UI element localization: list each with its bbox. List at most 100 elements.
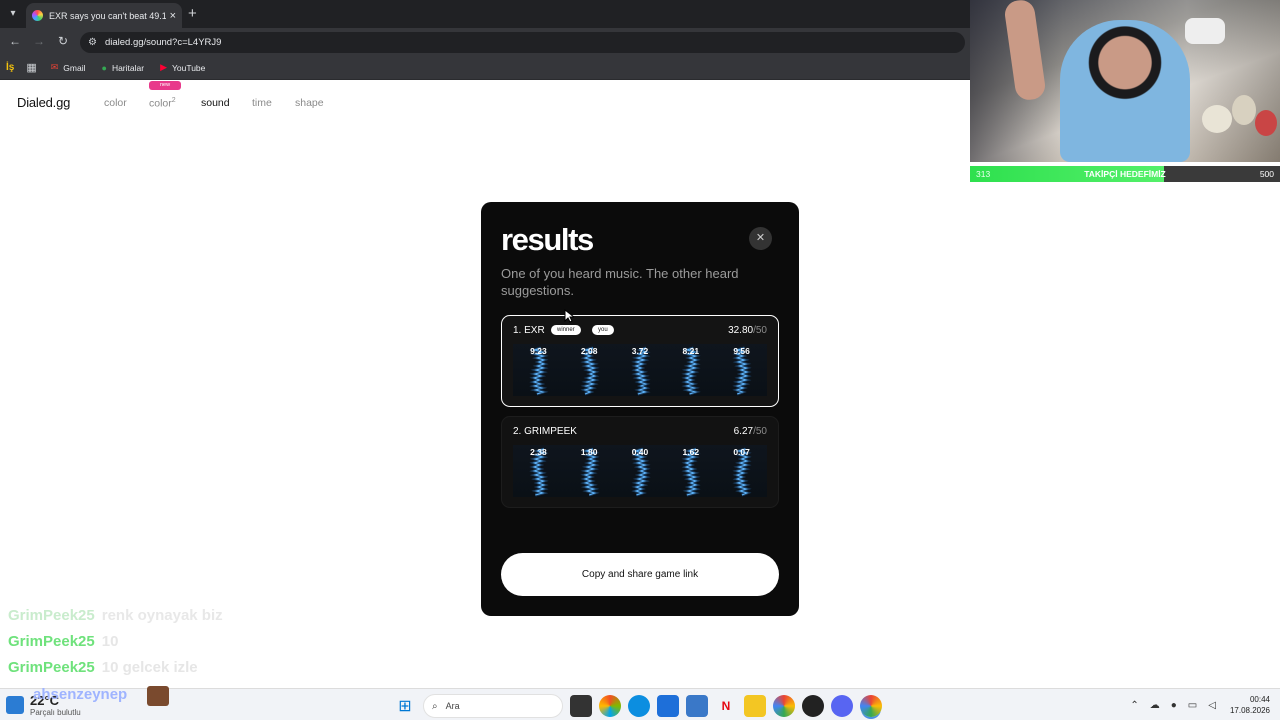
nav-time[interactable]: time xyxy=(252,97,272,109)
taskbar-search[interactable]: ⌕ Ara xyxy=(423,694,563,718)
round-tile[interactable]: 8.21 xyxy=(665,344,717,396)
round-tile[interactable]: 2.08 xyxy=(563,344,615,396)
chat-username: GrimPeek25 xyxy=(8,633,95,650)
clock[interactable]: 00:44 17.08.2026 xyxy=(1230,694,1270,716)
chat-username: ahsenzeynep xyxy=(33,686,128,703)
player-score: 32.80/50 xyxy=(728,325,767,336)
winner-badge: winner xyxy=(551,325,581,335)
you-badge: you xyxy=(592,325,614,335)
apps-grid-icon[interactable]: ▦ xyxy=(26,61,36,74)
round-score: 1.80 xyxy=(580,447,598,457)
taskbar-apps: ⊞ ⌕ Ara N xyxy=(394,694,889,718)
system-tray: ⌃ ☁ ● ▭ ◁ 00:44 17.08.2026 xyxy=(1119,689,1270,720)
youtube-icon: ▶ xyxy=(160,62,167,72)
chat-message: GrimPeek25 10 xyxy=(8,633,118,650)
follower-goal-bar: 313 TAKİPÇİ HEDEFİMİZ 500 xyxy=(970,166,1280,182)
forward-arrow-icon[interactable]: → xyxy=(31,34,47,48)
bookmark-maps[interactable]: ● Haritalar xyxy=(102,63,145,73)
round-tile[interactable]: 0.40 xyxy=(614,445,666,497)
share-game-link-button[interactable]: Copy and share game link xyxy=(501,553,779,596)
display-icon[interactable]: ▭ xyxy=(1188,700,1197,711)
store-icon[interactable] xyxy=(657,695,679,717)
new-tab-plus-icon[interactable]: + xyxy=(188,5,197,22)
task-view-icon[interactable] xyxy=(570,695,592,717)
nav-color2-sup: 2 xyxy=(171,97,176,104)
streamer-figure xyxy=(1060,20,1190,162)
follower-goal-title: TAKİPÇİ HEDEFİMİZ xyxy=(1084,169,1166,179)
nav-color2[interactable]: color2 xyxy=(149,97,176,110)
results-modal: results ✕ One of you heard music. The ot… xyxy=(481,202,799,616)
microphone-icon[interactable]: ● xyxy=(1171,700,1177,711)
weather-desc: Parçalı bulutlu xyxy=(30,707,81,717)
round-tile[interactable]: 9.23 xyxy=(513,344,564,396)
calendar-icon[interactable] xyxy=(686,695,708,717)
windows-start-icon[interactable]: ⊞ xyxy=(394,695,416,717)
bookmark-label: YouTube xyxy=(171,62,206,73)
bookmark-label: Gmail xyxy=(63,62,86,73)
obs-icon[interactable] xyxy=(802,695,824,717)
bookmark-youtube[interactable]: ▶ YouTube xyxy=(160,62,205,73)
gmail-icon: ✉ xyxy=(50,62,59,72)
round-tile[interactable]: 1.80 xyxy=(563,445,615,497)
volume-icon[interactable]: ◁ xyxy=(1208,700,1216,711)
round-tile[interactable]: 2.38 xyxy=(513,445,564,497)
round-score: 0.40 xyxy=(631,447,649,457)
tab-search-chevron-icon[interactable]: ▾ xyxy=(5,6,21,22)
chat-text: renk oynayak biz xyxy=(101,607,223,624)
nav-color2-label: color xyxy=(149,97,172,110)
site-logo[interactable]: Dialed.gg xyxy=(17,95,70,110)
chevron-up-icon[interactable]: ⌃ xyxy=(1130,700,1138,711)
close-tab-icon[interactable]: × xyxy=(170,10,176,22)
clock-date: 17.08.2026 xyxy=(1229,706,1270,715)
chrome-active-icon[interactable] xyxy=(860,695,882,717)
onedrive-icon[interactable]: ☁ xyxy=(1150,700,1160,711)
player-score-max: /50 xyxy=(753,426,767,437)
chat-message: GrimPeek25 10 gelcek izle xyxy=(8,659,198,676)
nav-shape[interactable]: shape xyxy=(295,97,324,109)
search-icon: ⌕ xyxy=(432,700,438,712)
bookmark-label: Haritalar xyxy=(111,62,145,73)
follower-goal-target: 500 xyxy=(1259,169,1274,179)
discord-icon[interactable] xyxy=(831,695,853,717)
round-tile[interactable]: 9.56 xyxy=(716,344,767,396)
bookmark-gmail[interactable]: ✉ Gmail xyxy=(51,62,86,73)
round-tile[interactable]: 3.72 xyxy=(614,344,666,396)
nav-sound[interactable]: sound xyxy=(201,97,230,109)
nav-color[interactable]: color xyxy=(104,97,127,109)
controller-shelf xyxy=(1185,18,1225,44)
player-name-text: EXR xyxy=(524,325,545,336)
player-card-1: 1. EXR winner you 32.80/50 9.23 2.08 3.7… xyxy=(501,315,779,407)
site-info-icon[interactable]: ⚙ xyxy=(88,37,97,48)
address-bar[interactable]: ⚙ dialed.gg/sound?c=L4YRJ9 xyxy=(80,32,965,53)
chat-text: 10 xyxy=(101,633,119,650)
player-rank: 1. xyxy=(513,325,522,336)
round-tile[interactable]: 1.62 xyxy=(665,445,717,497)
chat-text: 10 gelcek izle xyxy=(101,659,198,676)
round-tile[interactable]: 0.07 xyxy=(716,445,767,497)
player-name: 2. GRIMPEEK xyxy=(513,426,577,437)
dialed-favicon-icon xyxy=(32,10,43,21)
plush-toy xyxy=(1202,105,1232,133)
round-score: 1.62 xyxy=(682,447,700,457)
is-logo-icon[interactable]: İş xyxy=(6,62,14,73)
copilot-icon[interactable] xyxy=(599,695,621,717)
back-arrow-icon[interactable]: ← xyxy=(7,34,23,48)
plush-toy xyxy=(1232,95,1256,125)
edge-icon[interactable] xyxy=(628,695,650,717)
round-score: 2.08 xyxy=(580,346,598,356)
bookmarks-bar: İş ▦ ✉ Gmail ● Haritalar ▶ YouTube xyxy=(0,56,970,80)
netflix-icon[interactable]: N xyxy=(715,695,737,717)
chrome-icon[interactable] xyxy=(773,695,795,717)
chat-username: GrimPeek25 xyxy=(8,607,95,624)
chat-emote-icon xyxy=(147,686,169,706)
browser-tab-active[interactable]: EXR says you can't beat 49.1/50 × xyxy=(26,3,182,28)
round-score: 3.72 xyxy=(631,346,649,356)
file-explorer-icon[interactable] xyxy=(744,695,766,717)
round-score: 9.56 xyxy=(733,346,750,356)
round-score: 8.21 xyxy=(682,346,700,356)
tab-title: EXR says you can't beat 49.1/50 xyxy=(49,10,166,21)
player-name-text: GRIMPEEK xyxy=(524,426,577,437)
reload-icon[interactable]: ↻ xyxy=(55,34,71,48)
player-score-value: 6.27 xyxy=(733,426,754,437)
close-icon[interactable]: ✕ xyxy=(749,227,772,250)
